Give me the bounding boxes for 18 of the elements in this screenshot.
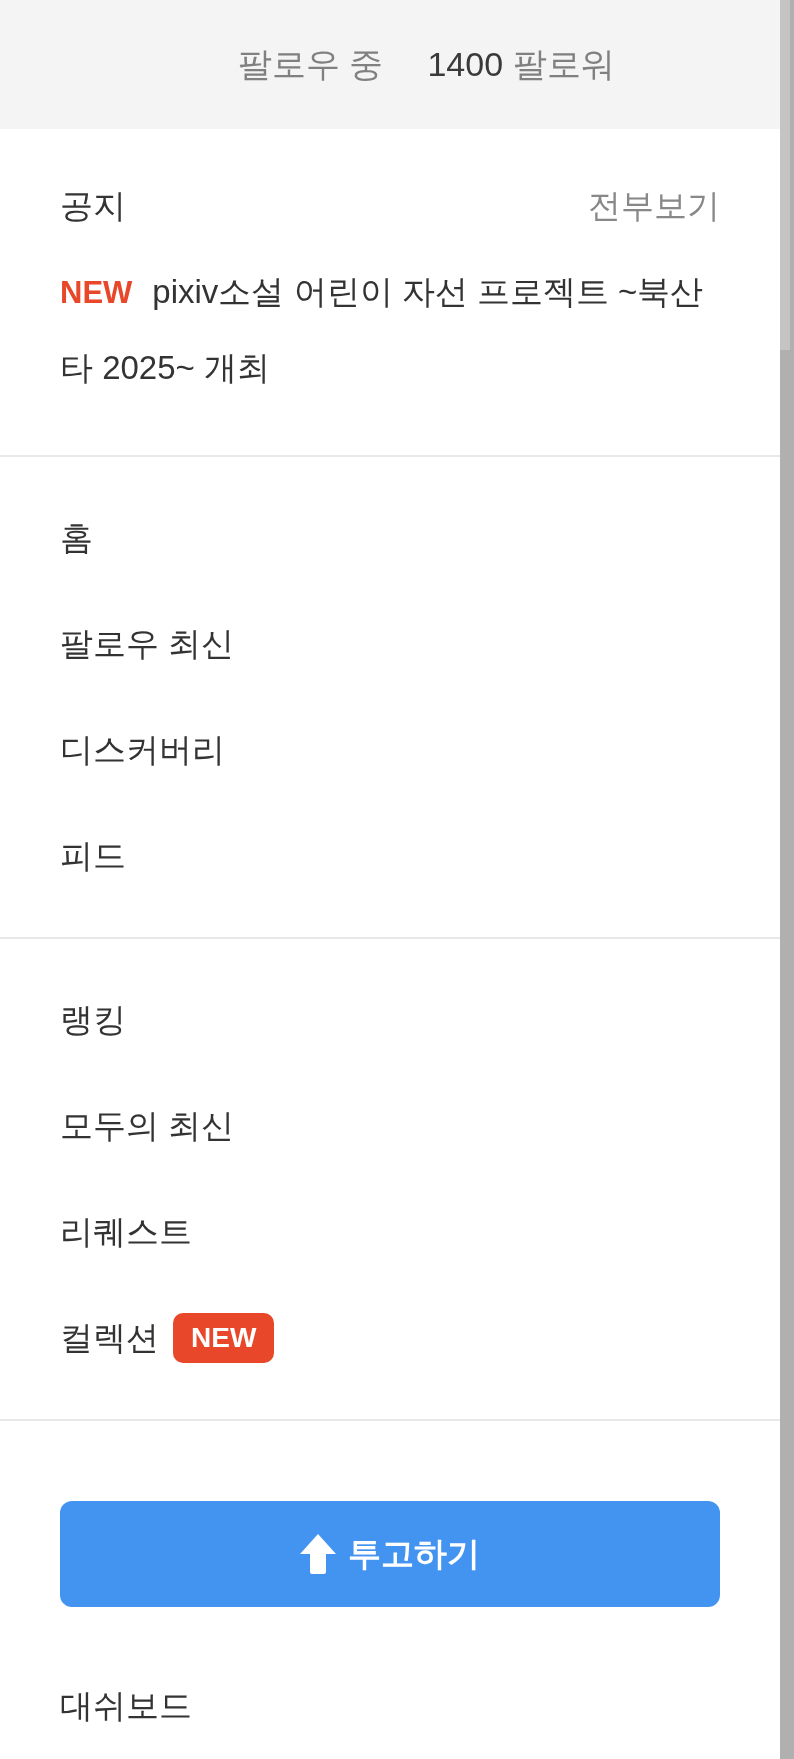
new-badge: NEW [173, 1313, 275, 1364]
notice-link[interactable]: NEW pixiv소설 어린이 자선 프로젝트 ~북산타 2025~ 개최 [60, 254, 720, 406]
menu-item[interactable]: 대쉬보드 [60, 1681, 192, 1731]
menu-item[interactable]: 컬렉션 [60, 1313, 159, 1363]
menu-item[interactable]: 피드 [60, 831, 126, 881]
menu-item[interactable]: 홈 [60, 513, 93, 563]
menu-item[interactable]: 팔로우 최신 [60, 619, 235, 669]
view-all-link[interactable]: 전부보기 [588, 180, 720, 231]
menu-item[interactable]: 랭킹 [60, 995, 126, 1045]
followers-count[interactable]: 1400 [427, 38, 504, 90]
following-label[interactable]: 팔로우 중 [238, 38, 384, 90]
followers-label[interactable]: 팔로워 [513, 38, 616, 90]
notice-heading: 공지 [60, 185, 126, 226]
menu-item[interactable]: 리퀘스트 [60, 1207, 192, 1257]
menu-item[interactable]: 디스커버리 [60, 725, 225, 775]
up-arrow-icon [300, 1534, 336, 1575]
scrollbar-thumb[interactable] [780, 0, 790, 350]
menu-item[interactable]: 모두의 최신 [60, 1101, 235, 1151]
